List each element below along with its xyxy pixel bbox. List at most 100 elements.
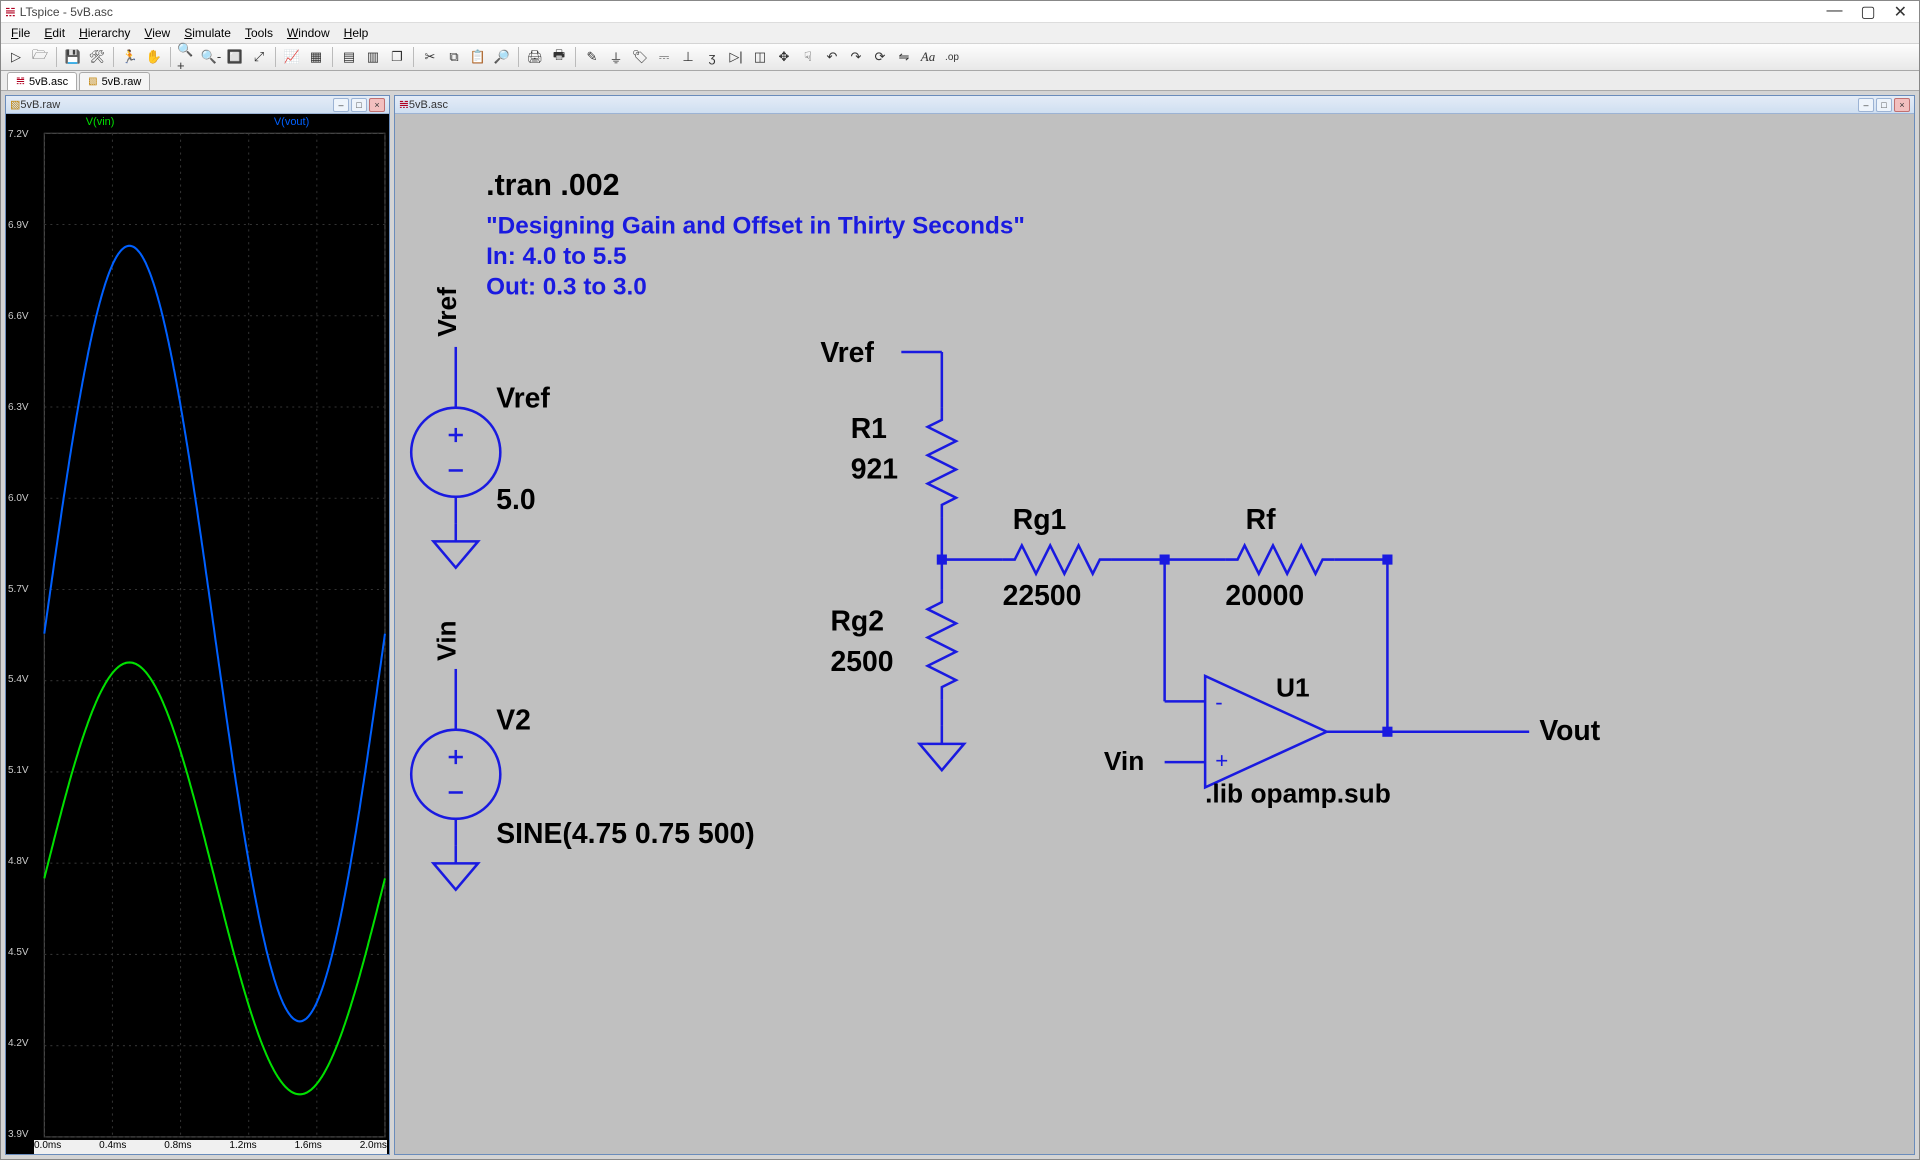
tb-open[interactable]: 🗁 xyxy=(29,46,51,68)
schematic-window: 𝌣 5vB.asc – □ × .tran .002 "Designing Gai… xyxy=(394,95,1915,1155)
toolbar-sep xyxy=(518,47,519,67)
doc-tabs: 𝌣5vB.asc▧5vB.raw xyxy=(1,71,1919,91)
menubar: FileEditHierarchyViewSimulateToolsWindow… xyxy=(1,23,1919,43)
plot-icon: ▧ xyxy=(10,98,20,111)
toolbar-sep xyxy=(113,47,114,67)
tb-undo[interactable]: ↶ xyxy=(821,46,843,68)
minimize-button[interactable]: — xyxy=(1826,2,1842,22)
schematic-close-button[interactable]: × xyxy=(1894,98,1910,112)
menu-hierarchy[interactable]: Hierarchy xyxy=(73,24,136,42)
tb-run[interactable]: ▷ xyxy=(5,46,27,68)
svg-text:"Designing Gain and Offset in: "Designing Gain and Offset in Thirty Sec… xyxy=(486,212,1025,239)
plot-titlebar[interactable]: ▧ 5vB.raw – □ × xyxy=(6,96,389,114)
tb-label[interactable]: 🏷 xyxy=(629,46,651,68)
toolbar-sep xyxy=(56,47,57,67)
tb-draw-wire[interactable]: ✎ xyxy=(581,46,603,68)
schematic-title: 5vB.asc xyxy=(409,99,448,111)
svg-text:.lib opamp.sub: .lib opamp.sub xyxy=(1205,779,1391,809)
menu-window[interactable]: Window xyxy=(281,24,336,42)
svg-text:U1: U1 xyxy=(1276,672,1310,702)
svg-text:Vout: Vout xyxy=(1539,715,1600,747)
plot-close-button[interactable]: × xyxy=(369,98,385,112)
svg-text:22500: 22500 xyxy=(1003,580,1082,612)
tb-move[interactable]: ✥ xyxy=(773,46,795,68)
toolbar-sep xyxy=(413,47,414,67)
tb-zoom-box[interactable]: 🔲 xyxy=(224,46,246,68)
menu-simulate[interactable]: Simulate xyxy=(178,24,237,42)
tb-ground[interactable]: ⏚ xyxy=(605,46,627,68)
svg-text:Vin: Vin xyxy=(1104,746,1144,776)
schematic-minimize-button[interactable]: – xyxy=(1858,98,1874,112)
schematic-maximize-button[interactable]: □ xyxy=(1876,98,1892,112)
asc-icon: 𝌣 xyxy=(16,76,25,87)
svg-text:.tran .002: .tran .002 xyxy=(486,168,619,202)
tb-control-panel[interactable]: 🛠 xyxy=(86,46,108,68)
tb-zoom-fit[interactable]: ⤢ xyxy=(248,46,270,68)
svg-text:Vref: Vref xyxy=(432,287,462,337)
schematic-canvas[interactable]: .tran .002 "Designing Gain and Offset in … xyxy=(395,114,1914,1154)
tb-toggle-grid[interactable]: ▦ xyxy=(305,46,327,68)
tb-redo[interactable]: ↷ xyxy=(845,46,867,68)
tb-print[interactable]: 🖨 xyxy=(524,46,546,68)
tb-inductor[interactable]: ʒ xyxy=(701,46,723,68)
menu-tools[interactable]: Tools xyxy=(239,24,279,42)
tb-mirror[interactable]: ⇋ xyxy=(893,46,915,68)
svg-text:20000: 20000 xyxy=(1225,580,1304,612)
svg-text:921: 921 xyxy=(851,454,898,486)
xtick: 1.2ms xyxy=(229,1140,256,1154)
titlebar[interactable]: 𝌣 LTspice - 5vB.asc — ▢ ✕ xyxy=(1,1,1919,23)
svg-text:Rg1: Rg1 xyxy=(1013,504,1067,536)
menu-file[interactable]: File xyxy=(5,24,36,42)
tb-zoom-out[interactable]: 🔍- xyxy=(200,46,222,68)
toolbar-sep xyxy=(275,47,276,67)
tb-cut[interactable]: ✂ xyxy=(419,46,441,68)
tb-component[interactable]: ◫ xyxy=(749,46,771,68)
tb-resistor[interactable]: ⎓ xyxy=(653,46,675,68)
tb-capacitor[interactable]: ⊥ xyxy=(677,46,699,68)
svg-text:Vin: Vin xyxy=(432,620,462,660)
trace-vout-label[interactable]: V(vout) xyxy=(274,116,309,128)
tb-rotate[interactable]: ⟳ xyxy=(869,46,891,68)
tb-spice-op[interactable]: .op xyxy=(941,46,963,68)
toolbar-sep xyxy=(170,47,171,67)
plot-minimize-button[interactable]: – xyxy=(333,98,349,112)
xtick: 2.0ms xyxy=(360,1140,387,1154)
maximize-button[interactable]: ▢ xyxy=(1860,2,1875,22)
schematic-icon: 𝌣 xyxy=(399,98,409,111)
menu-edit[interactable]: Edit xyxy=(38,24,71,42)
tb-text-Aa[interactable]: Aa xyxy=(917,46,939,68)
xtick: 0.4ms xyxy=(99,1140,126,1154)
tb-zoom-in[interactable]: 🔍+ xyxy=(176,46,198,68)
tb-copy[interactable]: ⧉ xyxy=(443,46,465,68)
window-title: LTspice - 5vB.asc xyxy=(20,5,113,19)
tb-halt[interactable]: ✋ xyxy=(143,46,165,68)
toolbar-sep xyxy=(575,47,576,67)
tb-find[interactable]: 🔎 xyxy=(491,46,513,68)
tb-run2[interactable]: 🏃 xyxy=(119,46,141,68)
svg-text:Rg2: Rg2 xyxy=(830,605,884,637)
svg-text:Rf: Rf xyxy=(1246,504,1276,536)
tb-tile-h[interactable]: ▤ xyxy=(338,46,360,68)
plot-area[interactable]: 7.2V6.9V6.6V6.3V6.0V5.7V5.4V5.1V4.8V4.5V… xyxy=(6,129,389,1154)
menu-help[interactable]: Help xyxy=(338,24,375,42)
plot-window: ▧ 5vB.raw – □ × V(vin) V(vout) 7.2V6.9V6… xyxy=(5,95,390,1155)
plot-maximize-button[interactable]: □ xyxy=(351,98,367,112)
svg-text:Out: 0.3 to 3.0: Out: 0.3 to 3.0 xyxy=(486,273,647,300)
schematic-titlebar[interactable]: 𝌣 5vB.asc – □ × xyxy=(395,96,1914,114)
tb-tile-v[interactable]: ▥ xyxy=(362,46,384,68)
tab-label: 5vB.raw xyxy=(102,76,142,88)
svg-text:5.0: 5.0 xyxy=(496,484,535,516)
tb-cascade[interactable]: ❐ xyxy=(386,46,408,68)
tb-paste[interactable]: 📋 xyxy=(467,46,489,68)
tb-save[interactable]: 💾 xyxy=(62,46,84,68)
tb-setup[interactable]: 🖶 xyxy=(548,46,570,68)
tb-diode[interactable]: ▷| xyxy=(725,46,747,68)
menu-view[interactable]: View xyxy=(138,24,176,42)
tab-5vB-raw[interactable]: ▧5vB.raw xyxy=(79,72,150,90)
trace-vin-label[interactable]: V(vin) xyxy=(86,116,115,128)
tb-autorange[interactable]: 📈 xyxy=(281,46,303,68)
svg-text:In: 4.0 to 5.5: In: 4.0 to 5.5 xyxy=(486,243,626,270)
tb-drag[interactable]: ☟ xyxy=(797,46,819,68)
close-button[interactable]: ✕ xyxy=(1894,2,1907,22)
tab-5vB-asc[interactable]: 𝌣5vB.asc xyxy=(7,72,77,90)
